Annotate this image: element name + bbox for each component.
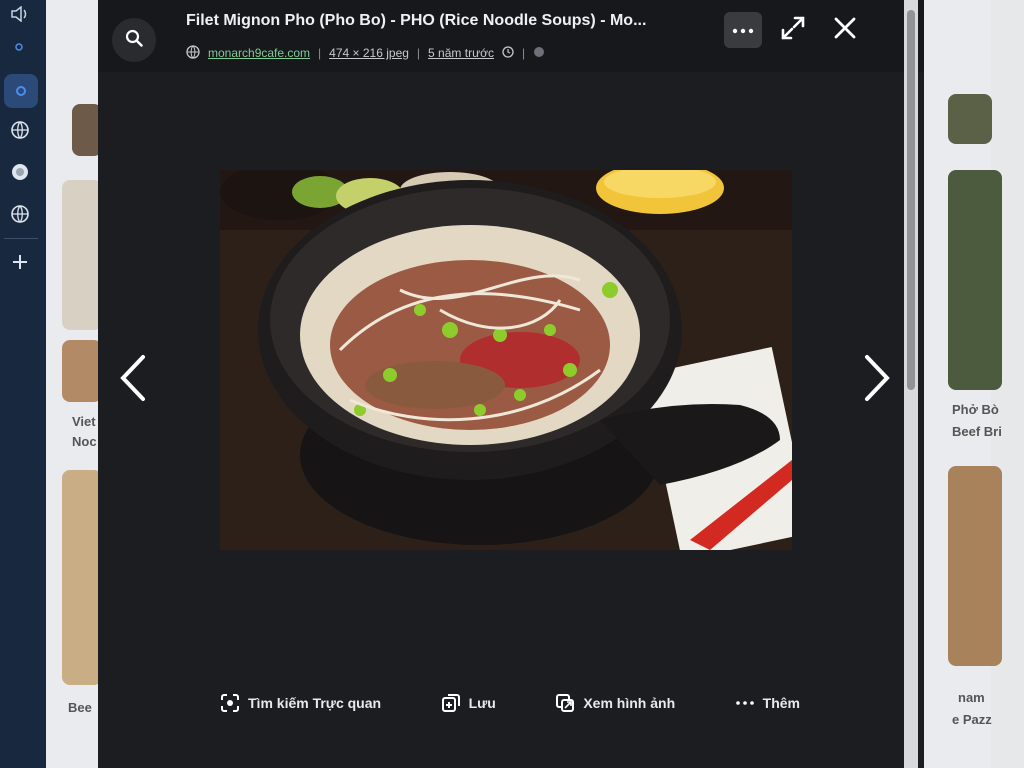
expand-icon: [780, 15, 806, 46]
meta-separator: |: [521, 46, 526, 60]
add-icon[interactable]: [6, 248, 34, 276]
view-image-button[interactable]: Xem hình ảnh: [555, 693, 675, 713]
tab-active-icon[interactable]: [4, 74, 38, 108]
background-result-label: nam: [958, 690, 985, 705]
background-thumbnail[interactable]: [62, 180, 102, 330]
view-image-label: Xem hình ảnh: [583, 695, 676, 711]
browser-sidebar: [0, 0, 46, 768]
save-button[interactable]: Lưu: [441, 693, 496, 713]
visual-search-label: Tìm kiếm Trực quan: [248, 695, 382, 711]
background-result-label: Beef Bri: [952, 424, 1002, 439]
background-result-label: Noc: [72, 434, 97, 449]
source-domain-link[interactable]: monarch9cafe.com: [208, 46, 310, 60]
background-thumbnail[interactable]: [948, 466, 1002, 666]
image-meta-row: monarch9cafe.com | 474 × 216 jpeg | 5 nă…: [186, 44, 545, 62]
image-action-bar: Tìm kiếm Trực quan Lưu Xem hình ảnh Thêm: [220, 688, 800, 718]
speaker-icon[interactable]: [6, 0, 34, 28]
image-viewer-panel: Filet Mignon Pho (Pho Bo) - PHO (Rice No…: [98, 0, 924, 768]
visual-search-button[interactable]: Tìm kiếm Trực quan: [220, 693, 381, 713]
close-icon: [833, 16, 857, 45]
more-horizontal-icon: [732, 21, 754, 39]
background-thumbnail[interactable]: [948, 94, 992, 144]
sidebar-divider: [4, 238, 38, 239]
background-result-label: Phở Bò: [952, 402, 999, 417]
pho-photo: [220, 170, 792, 550]
close-button[interactable]: [826, 12, 864, 48]
search-icon: [125, 29, 143, 52]
search-small-icon[interactable]: [6, 34, 34, 62]
more-actions-button[interactable]: Thêm: [735, 693, 800, 713]
meta-separator: |: [318, 46, 322, 60]
bookmark-add-icon: [441, 693, 461, 713]
record-icon[interactable]: [6, 158, 34, 186]
save-label: Lưu: [468, 695, 496, 711]
search-button[interactable]: [112, 18, 156, 62]
background-result-label: Viet: [72, 414, 96, 429]
more-actions-label: Thêm: [762, 695, 800, 711]
next-image-button[interactable]: [858, 350, 898, 410]
image-age[interactable]: 5 năm trước: [428, 46, 494, 60]
background-thumbnail[interactable]: [62, 340, 102, 402]
more-icon: [735, 693, 755, 713]
open-image-icon: [555, 693, 575, 713]
image-dimensions[interactable]: 474 × 216 jpeg: [329, 46, 409, 60]
expand-button[interactable]: [774, 12, 812, 48]
background-result-label: e Pazz: [952, 712, 992, 727]
background-thumbnail[interactable]: [62, 470, 102, 685]
lens-icon: [220, 693, 240, 713]
more-options-button[interactable]: [724, 12, 762, 48]
viewer-header: Filet Mignon Pho (Pho Bo) - PHO (Rice No…: [98, 0, 924, 72]
image-title[interactable]: Filet Mignon Pho (Pho Bo) - PHO (Rice No…: [186, 12, 706, 30]
chevron-left-icon: [117, 353, 147, 408]
history-icon: [502, 45, 514, 61]
info-icon[interactable]: [533, 46, 545, 61]
chevron-right-icon: [863, 353, 893, 408]
background-thumbnail[interactable]: [948, 170, 1002, 390]
main-image-pho-bowl[interactable]: [220, 170, 792, 550]
meta-separator: |: [416, 46, 421, 60]
page-scrollbar-thumb[interactable]: [907, 10, 915, 390]
background-result-label: Bee: [68, 700, 92, 715]
previous-image-button[interactable]: [112, 350, 152, 410]
globe-icon[interactable]: [6, 200, 34, 228]
globe-icon: [186, 44, 200, 62]
globe-icon[interactable]: [6, 116, 34, 144]
